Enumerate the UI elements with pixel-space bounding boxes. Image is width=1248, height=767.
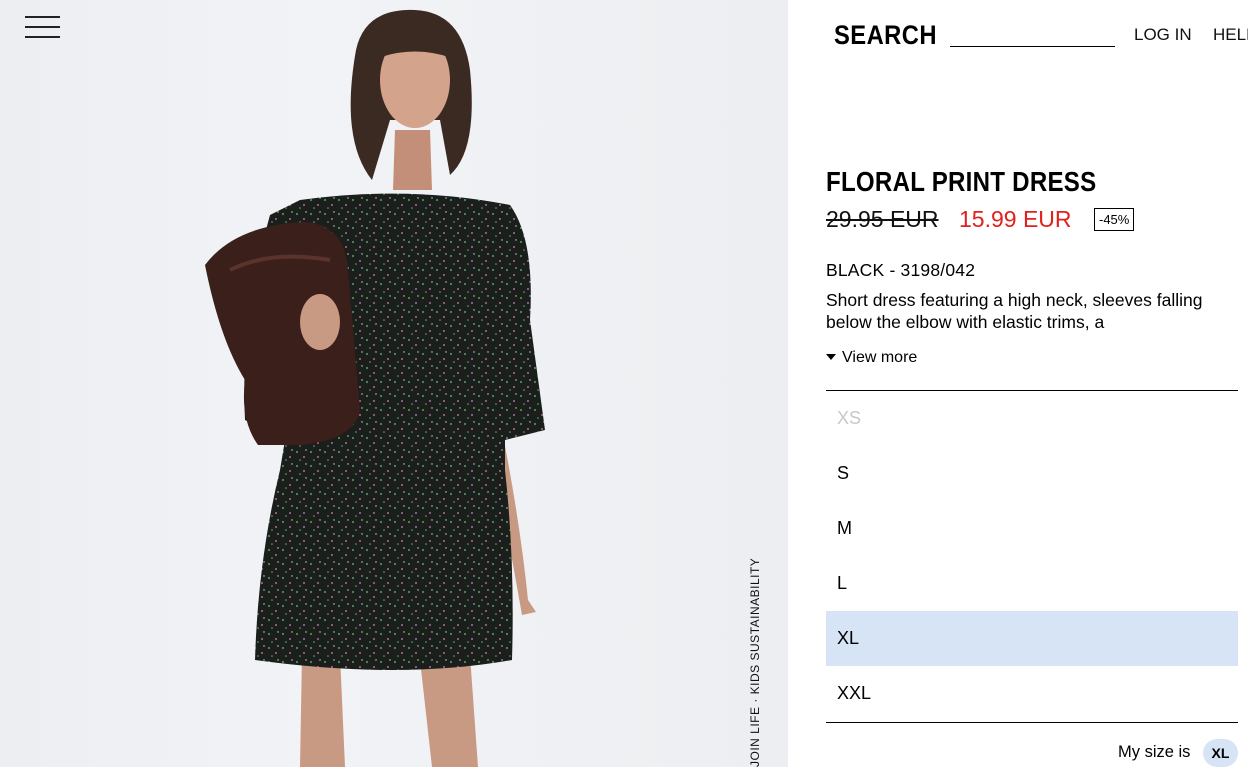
triangle-down-icon xyxy=(826,353,836,360)
color-reference: BLACK - 3198/042 xyxy=(826,260,976,280)
my-size-badge[interactable]: XL xyxy=(1203,739,1238,767)
size-option-xl[interactable]: XL xyxy=(826,611,1238,666)
divider xyxy=(826,722,1238,723)
size-list: XS S M L XL XXL xyxy=(826,391,1238,721)
hamburger-menu-icon[interactable] xyxy=(25,16,61,40)
sustainability-link[interactable]: JOIN LIFE · KIDS SUSTAINABILITY xyxy=(748,558,762,767)
size-option-l[interactable]: L xyxy=(826,556,1238,611)
product-title: FLORAL PRINT DRESS xyxy=(826,166,1097,197)
view-more-button[interactable]: View more xyxy=(826,349,917,367)
size-option-s[interactable]: S xyxy=(826,446,1238,501)
discount-badge: -45% xyxy=(1094,208,1135,231)
product-description: Short dress featuring a high neck, sleev… xyxy=(826,290,1203,332)
my-size-label: My size is xyxy=(1118,743,1191,761)
view-more-label: View more xyxy=(842,349,918,366)
size-option-xs[interactable]: XS xyxy=(826,391,1238,446)
product-image[interactable] xyxy=(0,0,788,767)
menu-bar xyxy=(25,16,60,18)
size-option-xxl[interactable]: XXL xyxy=(826,666,1238,721)
search-input[interactable] xyxy=(950,26,1115,47)
size-option-m[interactable]: M xyxy=(826,501,1238,556)
menu-bar xyxy=(25,36,60,38)
search-label[interactable]: SEARCH xyxy=(834,20,937,51)
model-illustration xyxy=(205,9,546,767)
original-price: 29.95 EUR xyxy=(826,206,939,232)
help-link[interactable]: HELP xyxy=(1213,25,1248,45)
login-link[interactable]: LOG IN xyxy=(1134,25,1192,45)
sale-price: 15.99 EUR xyxy=(959,206,1072,232)
menu-bar xyxy=(25,26,60,28)
